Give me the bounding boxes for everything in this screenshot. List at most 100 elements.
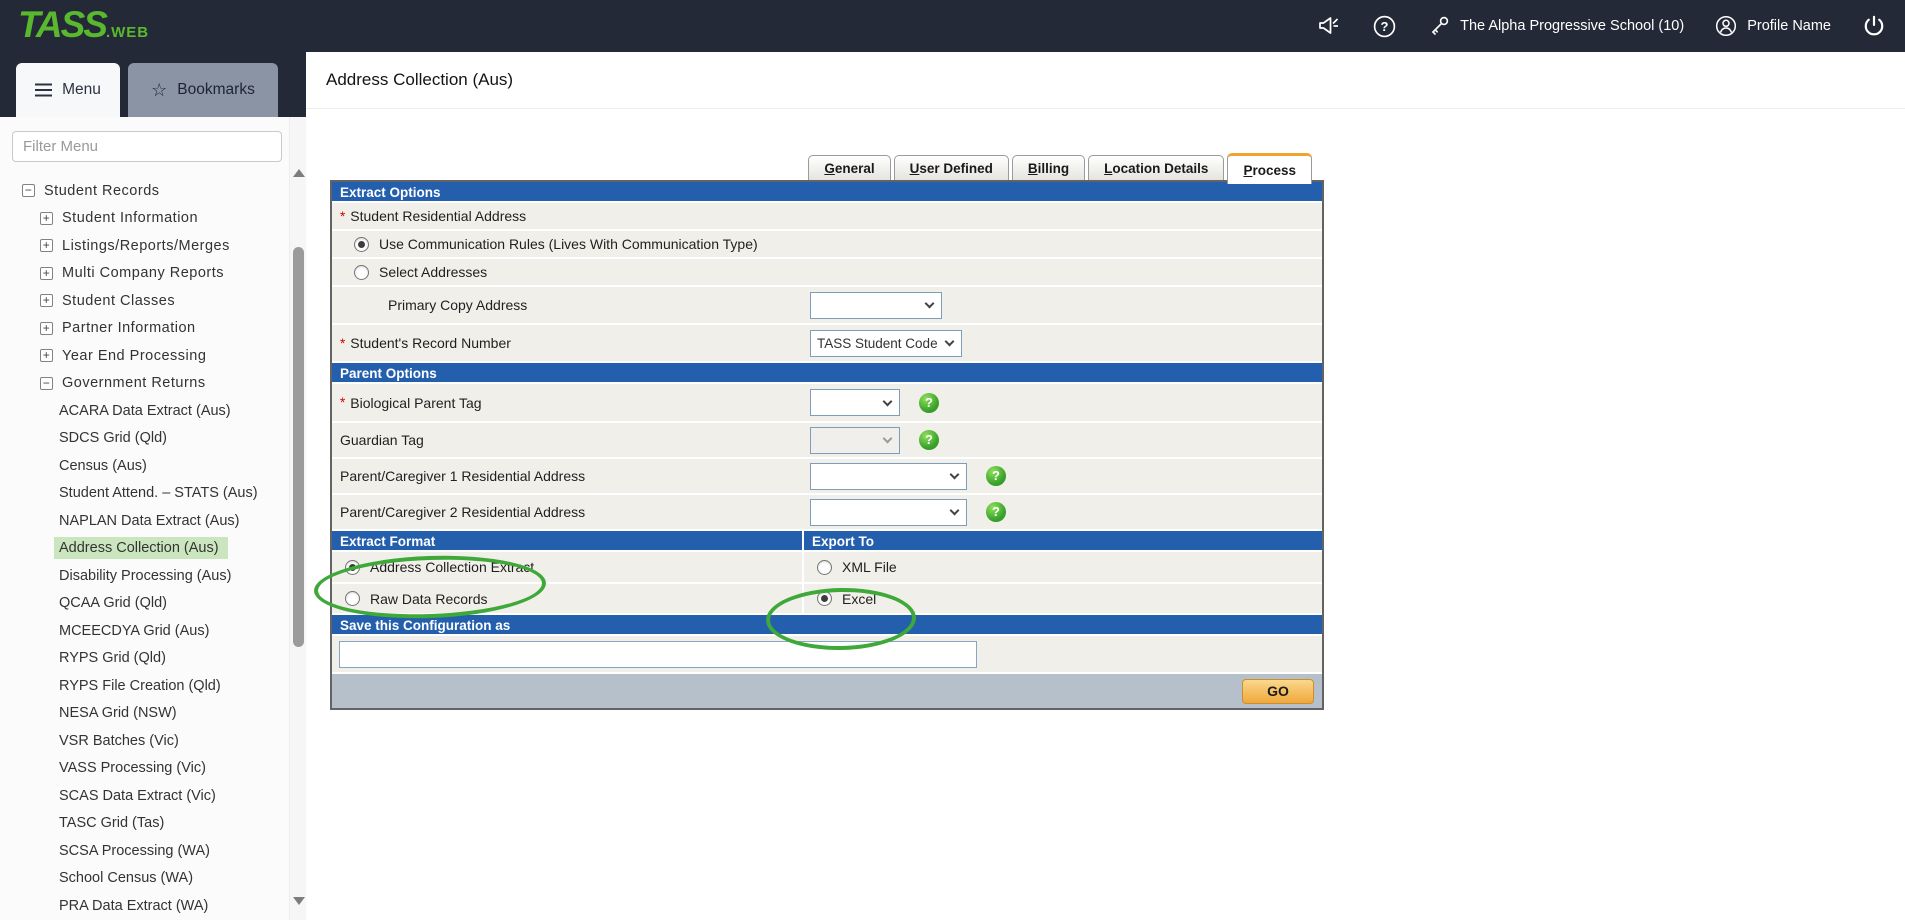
help-icon[interactable]: ? (986, 502, 1006, 522)
menu-tab[interactable]: Menu (16, 63, 120, 117)
section-header-extract-format: Extract Format (332, 531, 804, 552)
field-row-parent-caregiver-1-residential-address: Parent/Caregiver 1 Residential Address? (332, 459, 1322, 495)
tab-user-defined[interactable]: User Defined (894, 155, 1009, 182)
sidebar-scrollbar[interactable] (289, 117, 306, 920)
use-communication-rules-lives-with-communication-type-radio[interactable] (354, 237, 369, 252)
student-s-record-number-select[interactable]: TASS Student Code (810, 330, 962, 357)
expand-icon[interactable]: + (40, 294, 53, 307)
help-icon[interactable]: ? (919, 393, 939, 413)
xml-file-radio[interactable] (817, 560, 832, 575)
sidebar-item-scas-data-extract-vic[interactable]: SCAS Data Extract (Vic) (0, 782, 288, 810)
sidebar-item-label: VASS Processing (Vic) (59, 760, 206, 776)
scroll-up-arrow-icon[interactable] (293, 169, 305, 177)
sidebar-item-pra-data-extract-wa[interactable]: PRA Data Extract (WA) (0, 892, 288, 920)
biological-parent-tag-select[interactable] (810, 389, 900, 416)
expand-icon[interactable]: + (40, 267, 53, 280)
go-button[interactable]: GO (1242, 679, 1314, 704)
sidebar-item-student-attend-stats-aus[interactable]: Student Attend. – STATS (Aus) (0, 480, 288, 508)
sidebar-item-label: Student Classes (62, 293, 175, 309)
collapse-icon[interactable]: − (40, 377, 53, 390)
sidebar-item-acara-data-extract-aus[interactable]: ACARA Data Extract (Aus) (0, 397, 288, 425)
tab-general[interactable]: General (808, 155, 890, 182)
radio-label: Select Addresses (379, 264, 487, 280)
sidebar-item-tasc-grid-tas[interactable]: TASC Grid (Tas) (0, 810, 288, 838)
sidebar-item-disability-processing-aus[interactable]: Disability Processing (Aus) (0, 562, 288, 590)
expand-icon[interactable]: + (40, 212, 53, 225)
sidebar-item-qcaa-grid-qld[interactable]: QCAA Grid (Qld) (0, 590, 288, 618)
tab-location-details[interactable]: Location Details (1088, 155, 1224, 182)
page-title: Address Collection (Aus) (326, 70, 513, 90)
sidebar-item-vass-processing-vic[interactable]: VASS Processing (Vic) (0, 755, 288, 783)
section-header-extract-options: Extract Options (332, 182, 1322, 203)
tab-billing[interactable]: Billing (1012, 155, 1085, 182)
excel-radio[interactable] (817, 591, 832, 606)
scrollbar-thumb[interactable] (293, 247, 304, 647)
field-row-student-residential-address: *Student Residential Address (332, 203, 1322, 231)
filter-menu-input[interactable] (12, 131, 282, 162)
sidebar-item-mceecdya-grid-aus[interactable]: MCEECDYA Grid (Aus) (0, 617, 288, 645)
sidebar-item-multi-company-reports[interactable]: +Multi Company Reports (0, 260, 288, 288)
sidebar-item-label: PRA Data Extract (WA) (59, 898, 208, 914)
main-content: Address Collection (Aus) GeneralUser Def… (306, 52, 1905, 920)
profile-menu[interactable]: Profile Name (1714, 14, 1831, 38)
sidebar-item-scsa-processing-wa[interactable]: SCSA Processing (WA) (0, 837, 288, 865)
profile-icon (1714, 14, 1738, 38)
help-icon[interactable]: ? (919, 430, 939, 450)
sidebar-item-address-collection-aus[interactable]: Address Collection (Aus) (0, 535, 288, 563)
sidebar-item-listings-reports-merges[interactable]: +Listings/Reports/Merges (0, 232, 288, 260)
export-to-option: Excel (804, 584, 1322, 613)
sidebar-item-label: NESA Grid (NSW) (59, 705, 177, 721)
field-row-biological-parent-tag: *Biological Parent Tag? (332, 384, 1322, 423)
logout-icon[interactable] (1861, 13, 1887, 39)
field-label: Parent/Caregiver 1 Residential Address (340, 468, 585, 484)
parent-caregiver-2-residential-address-select[interactable] (810, 499, 967, 526)
sidebar-item-ryps-grid-qld[interactable]: RYPS Grid (Qld) (0, 645, 288, 673)
field-label: Parent/Caregiver 2 Residential Address (340, 504, 585, 520)
sidebar-item-sdcs-grid-qld[interactable]: SDCS Grid (Qld) (0, 425, 288, 453)
bookmarks-tab[interactable]: ☆ Bookmarks (128, 63, 278, 117)
radio-label: Excel (842, 591, 876, 607)
config-name-input[interactable] (339, 641, 977, 668)
select-addresses-radio[interactable] (354, 265, 369, 280)
sidebar-item-government-returns[interactable]: −Government Returns (0, 370, 288, 398)
sidebar-item-census-aus[interactable]: Census (Aus) (0, 452, 288, 480)
sidebar-item-label: Student Records (44, 183, 160, 199)
sidebar-item-naplan-data-extract-aus[interactable]: NAPLAN Data Extract (Aus) (0, 507, 288, 535)
collapse-icon[interactable]: − (22, 184, 35, 197)
radio-label: Raw Data Records (370, 591, 488, 607)
sidebar-item-school-census-wa[interactable]: School Census (WA) (0, 865, 288, 893)
tab-strip: GeneralUser DefinedBillingLocation Detai… (330, 152, 1324, 182)
extract-format-option: Address Collection Extract (332, 552, 804, 582)
sidebar-item-student-records[interactable]: −Student Records (0, 177, 288, 205)
scroll-down-arrow-icon[interactable] (293, 897, 305, 905)
sidebar-item-label: RYPS File Creation (Qld) (59, 678, 221, 694)
help-icon[interactable]: ? (986, 466, 1006, 486)
tass-logo[interactable]: TASS.WEB (18, 4, 149, 46)
guardian-tag-select[interactable] (810, 427, 900, 454)
address-collection-extract-radio[interactable] (345, 560, 360, 575)
sidebar-item-partner-information[interactable]: +Partner Information (0, 315, 288, 343)
help-icon[interactable]: ? (1372, 14, 1397, 39)
sidebar-item-vsr-batches-vic[interactable]: VSR Batches (Vic) (0, 727, 288, 755)
sidebar-item-label: SCAS Data Extract (Vic) (59, 788, 216, 804)
format-export-row: Address Collection ExtractXML File (332, 552, 1322, 584)
sidebar-item-year-end-processing[interactable]: +Year End Processing (0, 342, 288, 370)
primary-copy-address-select[interactable] (810, 292, 942, 319)
announcements-icon[interactable] (1315, 14, 1342, 38)
sidebar-item-nesa-grid-nsw[interactable]: NESA Grid (NSW) (0, 700, 288, 728)
expand-icon[interactable]: + (40, 349, 53, 362)
sidebar-item-student-classes[interactable]: + Student Classes (0, 287, 288, 315)
school-selector[interactable]: The Alpha Progressive School (10) (1427, 14, 1684, 38)
svg-text:?: ? (1381, 19, 1389, 34)
expand-icon[interactable]: + (40, 239, 53, 252)
parent-caregiver-1-residential-address-select[interactable] (810, 463, 967, 490)
sidebar-item-ryps-file-creation-qld[interactable]: RYPS File Creation (Qld) (0, 672, 288, 700)
tab-process[interactable]: Process (1227, 153, 1312, 184)
expand-icon[interactable]: + (40, 322, 53, 335)
sidebar: −Student Records+Student Information+Lis… (0, 117, 306, 920)
sidebar-item-label: SCSA Processing (WA) (59, 843, 210, 859)
sidebar-item-student-information[interactable]: +Student Information (0, 205, 288, 233)
bookmarks-tab-label: Bookmarks (177, 81, 255, 99)
raw-data-records-radio[interactable] (345, 591, 360, 606)
field-label: Primary Copy Address (388, 297, 527, 313)
